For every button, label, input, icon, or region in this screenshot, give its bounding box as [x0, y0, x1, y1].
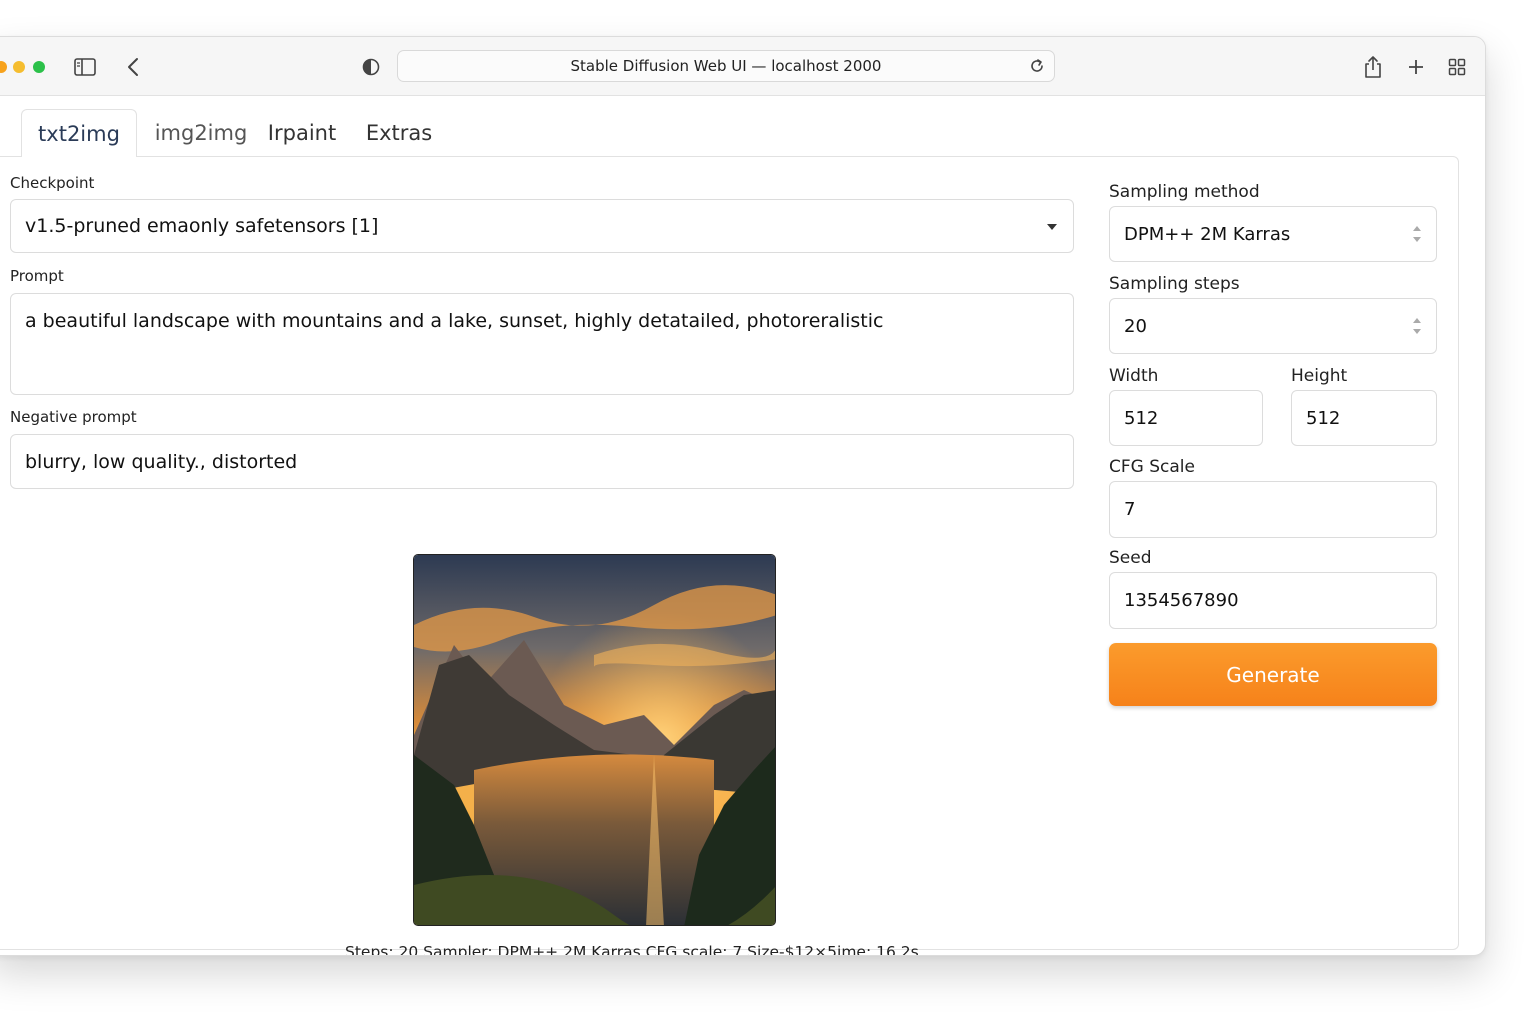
cfg-scale-value: 7 — [1124, 499, 1136, 520]
reload-icon[interactable] — [1028, 57, 1046, 75]
minimize-window-button[interactable] — [13, 61, 25, 73]
checkpoint-select[interactable]: v1.5-pruned emaonly safetensors [1] — [10, 199, 1074, 253]
tab-overview-grid-icon[interactable] — [1445, 55, 1469, 79]
sampling-steps-label: Sampling steps — [1109, 274, 1240, 294]
tab-img2img[interactable]: img2img — [155, 109, 248, 157]
height-value: 512 — [1306, 407, 1341, 429]
address-bar[interactable]: Stable Diffusion Web UI — localhost 2000 — [397, 50, 1055, 82]
width-value: 512 — [1124, 407, 1159, 429]
privacy-shield-icon[interactable] — [359, 55, 383, 79]
generate-button[interactable]: Generate — [1109, 643, 1437, 706]
new-tab-plus-icon[interactable] — [1404, 55, 1428, 79]
width-label: Width — [1109, 366, 1159, 386]
close-window-button[interactable] — [0, 61, 7, 73]
negative-prompt-input[interactable]: blurry, low quality., distorted — [10, 434, 1074, 489]
zoom-window-button[interactable] — [33, 61, 45, 73]
generated-image[interactable] — [413, 554, 776, 926]
sidebar-toggle-icon[interactable] — [73, 55, 97, 79]
prompt-label: Prompt — [10, 267, 64, 285]
browser-toolbar: Stable Diffusion Web UI — localhost 2000 — [0, 37, 1485, 96]
sampling-method-label: Sampling method — [1109, 182, 1260, 202]
address-text: Stable Diffusion Web UI — localhost 2000 — [570, 57, 882, 75]
sampling-steps-value: 20 — [1124, 315, 1147, 337]
select-stepper-icon — [1412, 225, 1422, 243]
negative-prompt-label: Negative prompt — [10, 408, 137, 426]
seed-label: Seed — [1109, 548, 1152, 568]
prompt-textarea[interactable]: a beautiful landscape with mountains and… — [10, 293, 1074, 395]
checkpoint-value: v1.5-pruned emaonly safetensors [1] — [25, 215, 379, 237]
chevron-down-icon — [1047, 224, 1057, 230]
sampling-steps-input[interactable]: 20 — [1109, 298, 1437, 354]
checkpoint-label: Checkpoint — [10, 174, 95, 192]
tab-txt2img[interactable]: txt2img — [21, 109, 137, 157]
seed-value: 1354567890 — [1124, 590, 1239, 611]
prompt-text: a beautiful landscape with mountains and… — [25, 310, 884, 332]
height-input[interactable]: 512 — [1291, 390, 1437, 446]
sampling-method-select[interactable]: DPM++ 2M Karras — [1109, 206, 1437, 262]
height-label: Height — [1291, 366, 1348, 386]
seed-input[interactable]: 1354567890 — [1109, 572, 1437, 629]
generation-info: Steps: 20 Sampler: DPM++ 2M Karras CFG s… — [345, 943, 919, 956]
back-arrow-icon[interactable] — [121, 55, 145, 79]
tab-extras[interactable]: Extras — [366, 109, 432, 157]
tab-bar: txt2img img2img Irpaint Extras — [0, 109, 1485, 157]
negative-prompt-text: blurry, low quality., distorted — [25, 450, 298, 473]
txt2img-panel: Checkpoint v1.5-pruned emaonly safetenso… — [0, 156, 1459, 955]
share-icon[interactable] — [1361, 55, 1385, 79]
tab-inpaint[interactable]: Irpaint — [267, 109, 337, 157]
cfg-scale-label: CFG Scale — [1109, 457, 1195, 477]
width-input[interactable]: 512 — [1109, 390, 1263, 446]
sampling-method-value: DPM++ 2M Karras — [1124, 223, 1291, 245]
browser-window: Stable Diffusion Web UI — localhost 2000… — [0, 36, 1486, 956]
number-stepper-icon[interactable] — [1412, 317, 1422, 335]
cfg-scale-input[interactable]: 7 — [1109, 481, 1437, 538]
